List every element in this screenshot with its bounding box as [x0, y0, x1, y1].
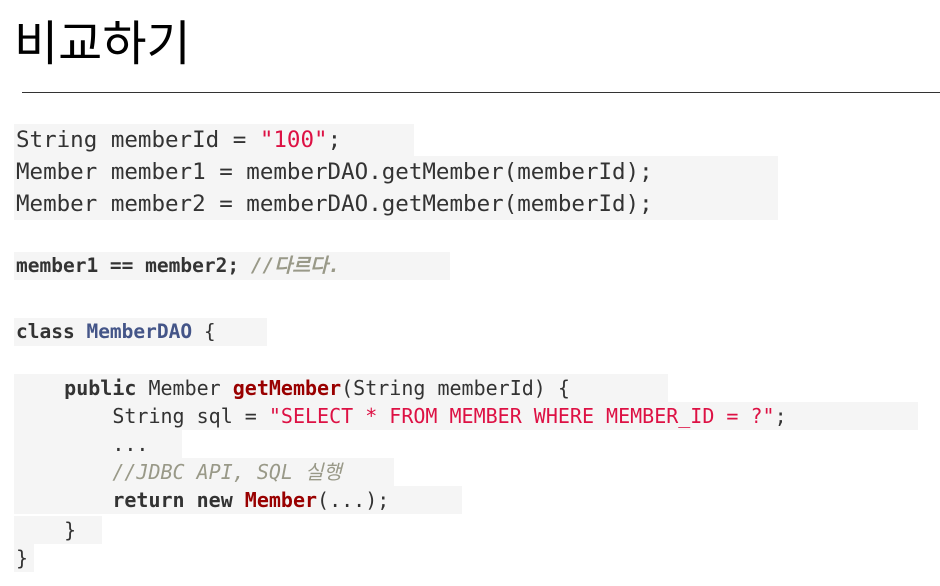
code-text: String sql = — [112, 404, 269, 428]
code-text: ... — [112, 432, 149, 456]
code-text: } — [16, 546, 29, 570]
code-line-8: ... — [14, 430, 182, 458]
code-line-1: String memberId = "100"; — [14, 124, 414, 156]
code-class-name: MemberDAO — [86, 320, 193, 343]
code-line-7: String sql = "SELECT * FROM MEMBER WHERE… — [14, 402, 918, 430]
code-function-name: Member — [244, 488, 318, 512]
code-string: "SELECT * FROM MEMBER WHERE MEMBER_ID = … — [268, 404, 775, 428]
code-comment: //다르다. — [250, 254, 340, 277]
code-line-6: public Member getMember(String memberId)… — [14, 374, 668, 402]
code-keyword: return — [112, 488, 185, 512]
code-line-12: } — [14, 544, 34, 572]
code-text: (String memberId) { — [341, 376, 570, 400]
code-text: ; — [774, 404, 787, 428]
code-line-4: member1 == member2; //다르다. — [14, 252, 450, 280]
code-text: Member member2 = memberDAO.getMember(mem… — [16, 191, 653, 217]
code-keyword: new — [196, 488, 233, 512]
code-line-9: //JDBC API, SQL 실행 — [14, 458, 394, 486]
code-line-11: } — [14, 516, 102, 544]
code-text: ; — [327, 127, 342, 153]
code-text: { — [192, 320, 216, 343]
code-keyword: public — [64, 376, 137, 400]
code-line-10: return new Member(...); — [14, 486, 462, 514]
code-function-name: getMember — [232, 376, 342, 400]
code-line-2: Member member1 = memberDAO.getMember(mem… — [14, 156, 778, 188]
code-comment: //JDBC API, SQL 실행 — [112, 460, 342, 484]
code-text: String memberId = — [16, 127, 260, 153]
code-text: Member — [136, 376, 233, 400]
code-text: Member member1 = memberDAO.getMember(mem… — [16, 159, 653, 185]
code-keyword: class — [16, 320, 75, 343]
code-line-3: Member member2 = memberDAO.getMember(mem… — [14, 188, 778, 220]
page-title: 비교하기 — [14, 16, 191, 72]
title-divider — [22, 92, 940, 93]
code-text: } — [64, 518, 77, 542]
code-text: (...); — [317, 488, 390, 512]
code-text: member1 == member2; — [16, 254, 240, 277]
code-line-5: class MemberDAO { — [14, 318, 267, 346]
code-string: "100" — [259, 127, 328, 153]
